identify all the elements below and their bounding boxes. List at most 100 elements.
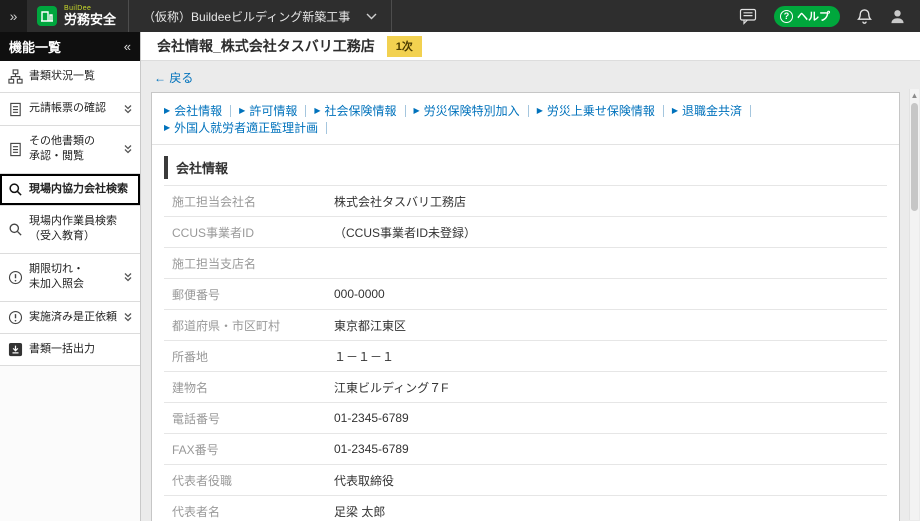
sidebar-item-corrective-requests[interactable]: 実施済み是正依頼 — [0, 302, 140, 334]
row-value: 000-0000 — [326, 279, 887, 310]
account-button[interactable] — [889, 8, 906, 25]
anchor-link-foreign-worker-plan[interactable]: ▶ 外国人就労者適正監理計画 — [164, 119, 318, 136]
sidebar-item-contractor-forms[interactable]: 元請帳票の確認 — [0, 93, 140, 125]
sidebar-item-label: 期限切れ・ 未加入照会 — [29, 262, 84, 293]
anchor-link-additional-insurance[interactable]: ▶ 労災上乗せ保険情報 — [537, 102, 655, 119]
company-info-card: ▶ 会社情報 ▶ 許可情報 ▶ 社会保険情報 ▶ — [151, 92, 900, 521]
help-button[interactable]: ? ヘルプ — [774, 6, 840, 27]
row-value: 01-2345-6789 — [326, 403, 887, 434]
separator — [750, 105, 751, 117]
row-label: 都道府県・市区町村 — [164, 310, 326, 341]
back-link[interactable]: ← 戻る — [154, 69, 193, 86]
brand-text: BuilDee 労務安全 — [64, 5, 116, 28]
double-chevron-down-icon — [123, 312, 135, 322]
brand-logo-icon — [37, 6, 57, 26]
messages-button[interactable] — [739, 8, 758, 25]
scroll-up-icon[interactable]: ▲ — [910, 89, 919, 101]
vertical-scrollbar[interactable]: ▲ — [909, 89, 919, 520]
triangle-icon: ▶ — [537, 107, 543, 115]
chevron-down-icon — [366, 13, 377, 20]
row-label: 建物名 — [164, 372, 326, 403]
sidebar-item-label: 書類一括出力 — [29, 342, 95, 357]
row-value: 株式会社タスバリ工務店 — [326, 186, 887, 217]
user-icon — [889, 8, 906, 25]
anchor-link-label: 社会保険情報 — [325, 102, 397, 119]
document-icon — [8, 142, 23, 157]
main-layout: 機能一覧 « 書類状況一覧 元請帳票の確認 — [0, 32, 920, 521]
double-chevron-down-icon — [123, 144, 135, 154]
triangle-icon: ▶ — [314, 107, 320, 115]
row-label: 施工担当会社名 — [164, 186, 326, 217]
row-value: 江東ビルディング７F — [326, 372, 887, 403]
top-bar: » BuilDee 労務安全 （仮称）Buildeeビルディング新築工事 ? ヘ… — [0, 0, 920, 32]
document-icon — [8, 102, 23, 117]
page-title: 会社情報_株式会社タスバリ工務店 — [157, 36, 375, 56]
row-value: 東京都江東区 — [326, 310, 887, 341]
content-area: ← 戻る ▶ 会社情報 ▶ 許可情報 ▶ 社会保険情報 — [141, 61, 920, 521]
triangle-icon: ▶ — [414, 107, 420, 115]
sidebar-header: 機能一覧 « — [0, 32, 140, 61]
brand-name-label: 労務安全 — [64, 13, 116, 28]
anchor-link-label: 会社情報 — [174, 102, 222, 119]
sidebar-item-worker-search[interactable]: 現場内作業員検索 （受入教育） — [0, 206, 140, 254]
search-icon — [8, 182, 23, 197]
topbar-actions: ? ヘルプ — [739, 0, 920, 32]
sidebar-title: 機能一覧 — [9, 37, 61, 56]
sidebar-item-other-documents[interactable]: その他書類の 承認・閲覧 — [0, 126, 140, 174]
separator — [230, 105, 231, 117]
sidebar-item-expired-inquiry[interactable]: 期限切れ・ 未加入照会 — [0, 254, 140, 302]
separator — [528, 105, 529, 117]
row-label: 代表者役職 — [164, 465, 326, 496]
row-label: 郵便番号 — [164, 279, 326, 310]
scrollbar-thumb[interactable] — [911, 103, 918, 211]
double-chevron-down-icon — [123, 272, 135, 282]
anchor-link-license-info[interactable]: ▶ 許可情報 — [239, 102, 297, 119]
anchor-link-label: 退職金共済 — [682, 102, 742, 119]
sitemap-icon — [8, 69, 23, 84]
anchor-link-social-insurance[interactable]: ▶ 社会保険情報 — [314, 102, 396, 119]
table-row: 建物名 江東ビルディング７F — [164, 372, 887, 403]
bell-icon — [856, 8, 873, 25]
sidebar-item-label: 書類状況一覧 — [29, 69, 95, 84]
row-value: 足梁 太郎 — [326, 496, 887, 521]
page-header: 会社情報_株式会社タスバリ工務店 1次 — [141, 32, 920, 61]
alert-icon — [8, 310, 23, 325]
download-icon — [8, 342, 23, 357]
search-icon — [8, 222, 23, 237]
triangle-icon: ▶ — [672, 107, 678, 115]
project-name-label: （仮称）Buildeeビルディング新築工事 — [143, 8, 350, 25]
sidebar-item-label: 現場内作業員検索 （受入教育） — [29, 214, 117, 245]
table-row: 電話番号 01-2345-6789 — [164, 403, 887, 434]
sidebar-item-label: その他書類の 承認・閲覧 — [29, 134, 95, 165]
topbar-collapse-button[interactable]: » — [0, 0, 27, 32]
notifications-button[interactable] — [856, 8, 873, 25]
anchor-link-label: 労災上乗せ保険情報 — [547, 102, 655, 119]
row-value — [326, 248, 887, 279]
row-label: CCUS事業者ID — [164, 217, 326, 248]
triangle-icon: ▶ — [164, 107, 170, 115]
sidebar-item-partner-company-search[interactable]: 現場内協力会社検索 — [0, 174, 140, 206]
table-row: 代表者名 足梁 太郎 — [164, 496, 887, 521]
table-row: 施工担当支店名 — [164, 248, 887, 279]
row-label: FAX番号 — [164, 434, 326, 465]
sidebar-item-label: 元請帳票の確認 — [29, 101, 106, 116]
building-glyph — [40, 9, 54, 23]
sidebar-item-label: 実施済み是正依頼 — [29, 310, 117, 325]
anchor-link-retirement-fund[interactable]: ▶ 退職金共済 — [672, 102, 742, 119]
row-label: 施工担当支店名 — [164, 248, 326, 279]
project-selector[interactable]: （仮称）Buildeeビルディング新築工事 — [128, 0, 392, 32]
sidebar-collapse-button[interactable]: « — [124, 39, 131, 54]
sidebar-item-document-status[interactable]: 書類状況一覧 — [0, 61, 140, 93]
anchor-link-label: 許可情報 — [249, 102, 297, 119]
row-label: 電話番号 — [164, 403, 326, 434]
sidebar-item-label: 現場内協力会社検索 — [29, 182, 128, 197]
tier-badge: 1次 — [387, 36, 422, 57]
sidebar-item-bulk-export[interactable]: 書類一括出力 — [0, 334, 140, 366]
table-row: 代表者役職 代表取締役 — [164, 465, 887, 496]
anchor-link-special-workers-comp[interactable]: ▶ 労災保険特別加入 — [414, 102, 520, 119]
separator — [663, 105, 664, 117]
anchor-link-company-info[interactable]: ▶ 会社情報 — [164, 102, 222, 119]
separator — [405, 105, 406, 117]
triangle-icon: ▶ — [239, 107, 245, 115]
row-label: 代表者名 — [164, 496, 326, 521]
